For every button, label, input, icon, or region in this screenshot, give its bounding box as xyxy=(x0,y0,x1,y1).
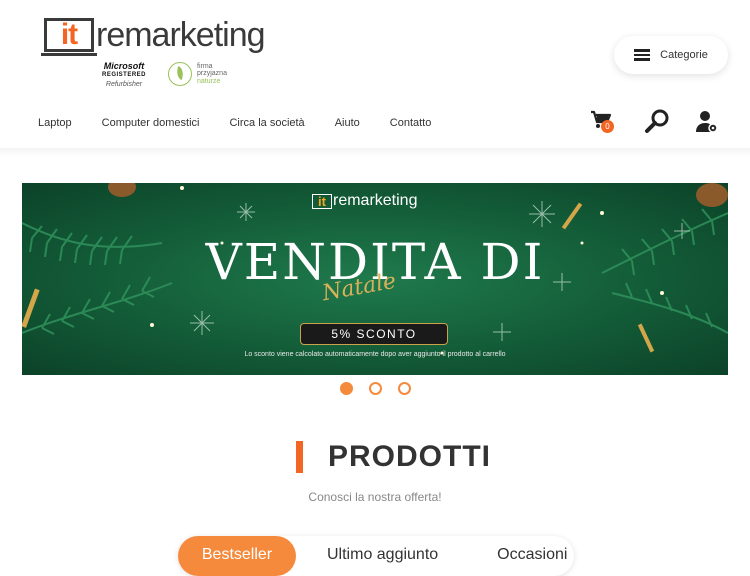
products-title: PRODOTTI xyxy=(328,440,491,473)
account-button[interactable] xyxy=(696,110,718,134)
banner-logo: it remarketing xyxy=(312,193,417,209)
logo-laptop-mark: it xyxy=(41,18,97,56)
header-divider xyxy=(0,148,750,156)
nav-item-circa-la-societa[interactable]: Circa la società xyxy=(229,117,304,129)
search-button[interactable] xyxy=(644,108,672,136)
hero-banner[interactable]: it remarketing VENDITA DI Natale 5% SCON… xyxy=(22,183,728,375)
user-settings-icon xyxy=(696,111,718,133)
nav-item-aiuto[interactable]: Aiuto xyxy=(335,117,360,129)
banner-logo-it: it xyxy=(318,194,326,209)
tab-bestseller[interactable]: Bestseller xyxy=(178,536,296,576)
carousel-dot-2[interactable] xyxy=(369,382,382,395)
carousel-dot-3[interactable] xyxy=(398,382,411,395)
nav-item-contatto[interactable]: Contatto xyxy=(390,117,432,129)
leaf-icon xyxy=(168,62,192,86)
tab-occasioni[interactable]: Occasioni xyxy=(497,536,567,564)
microsoft-refurbisher-badge: Microsoft REGISTERED Refurbisher xyxy=(98,62,150,89)
site-header: it remarketing Microsoft REGISTERED Refu… xyxy=(0,0,750,156)
products-subtitle: Conosci la nostra offerta! xyxy=(308,490,442,504)
cart-count-badge: 0 xyxy=(601,120,614,133)
list-icon xyxy=(634,49,651,61)
cart-button[interactable]: 0 xyxy=(590,110,614,134)
heading-accent-bar xyxy=(296,441,303,473)
logo-it-text: it xyxy=(60,18,78,51)
nav-item-laptop[interactable]: Laptop xyxy=(38,117,72,129)
tab-ultimo-aggiunto[interactable]: Ultimo aggiunto xyxy=(327,536,438,564)
banner-logo-mark: it xyxy=(312,194,332,209)
logo-wordmark: remarketing xyxy=(96,16,266,54)
eco-line3: naturze xyxy=(197,77,221,85)
banner-note: Lo sconto viene calcolato automaticament… xyxy=(244,351,506,358)
eco-badge-text: firma przyjazna naturze xyxy=(197,63,227,86)
categorie-button[interactable]: Categorie xyxy=(614,36,728,74)
ms-badge-line3: Refurbisher xyxy=(105,81,143,88)
search-icon xyxy=(645,109,669,133)
header-actions: 0 xyxy=(590,108,718,136)
categorie-label: Categorie xyxy=(660,49,708,61)
eco-line2: przyjazna xyxy=(197,70,227,78)
eco-line1: firma xyxy=(197,62,213,70)
products-heading: PRODOTTI xyxy=(296,440,491,474)
carousel-dot-1[interactable] xyxy=(340,382,353,395)
site-logo[interactable]: it remarketing xyxy=(41,16,266,56)
nav-item-computer-domestici[interactable]: Computer domestici xyxy=(102,117,200,129)
ms-badge-line1: Microsoft xyxy=(103,61,145,71)
discount-pill: 5% SCONTO xyxy=(300,323,448,345)
banner-logo-wordmark: remarketing xyxy=(333,192,418,209)
ms-badge-line2: REGISTERED xyxy=(101,72,146,78)
eco-friendly-badge: firma przyjazna naturze xyxy=(168,62,227,86)
main-nav: Laptop Computer domestici Circa la socie… xyxy=(38,117,461,129)
product-tabs: Bestseller Ultimo aggiunto Occasioni xyxy=(178,536,574,576)
carousel-dots xyxy=(340,382,427,395)
